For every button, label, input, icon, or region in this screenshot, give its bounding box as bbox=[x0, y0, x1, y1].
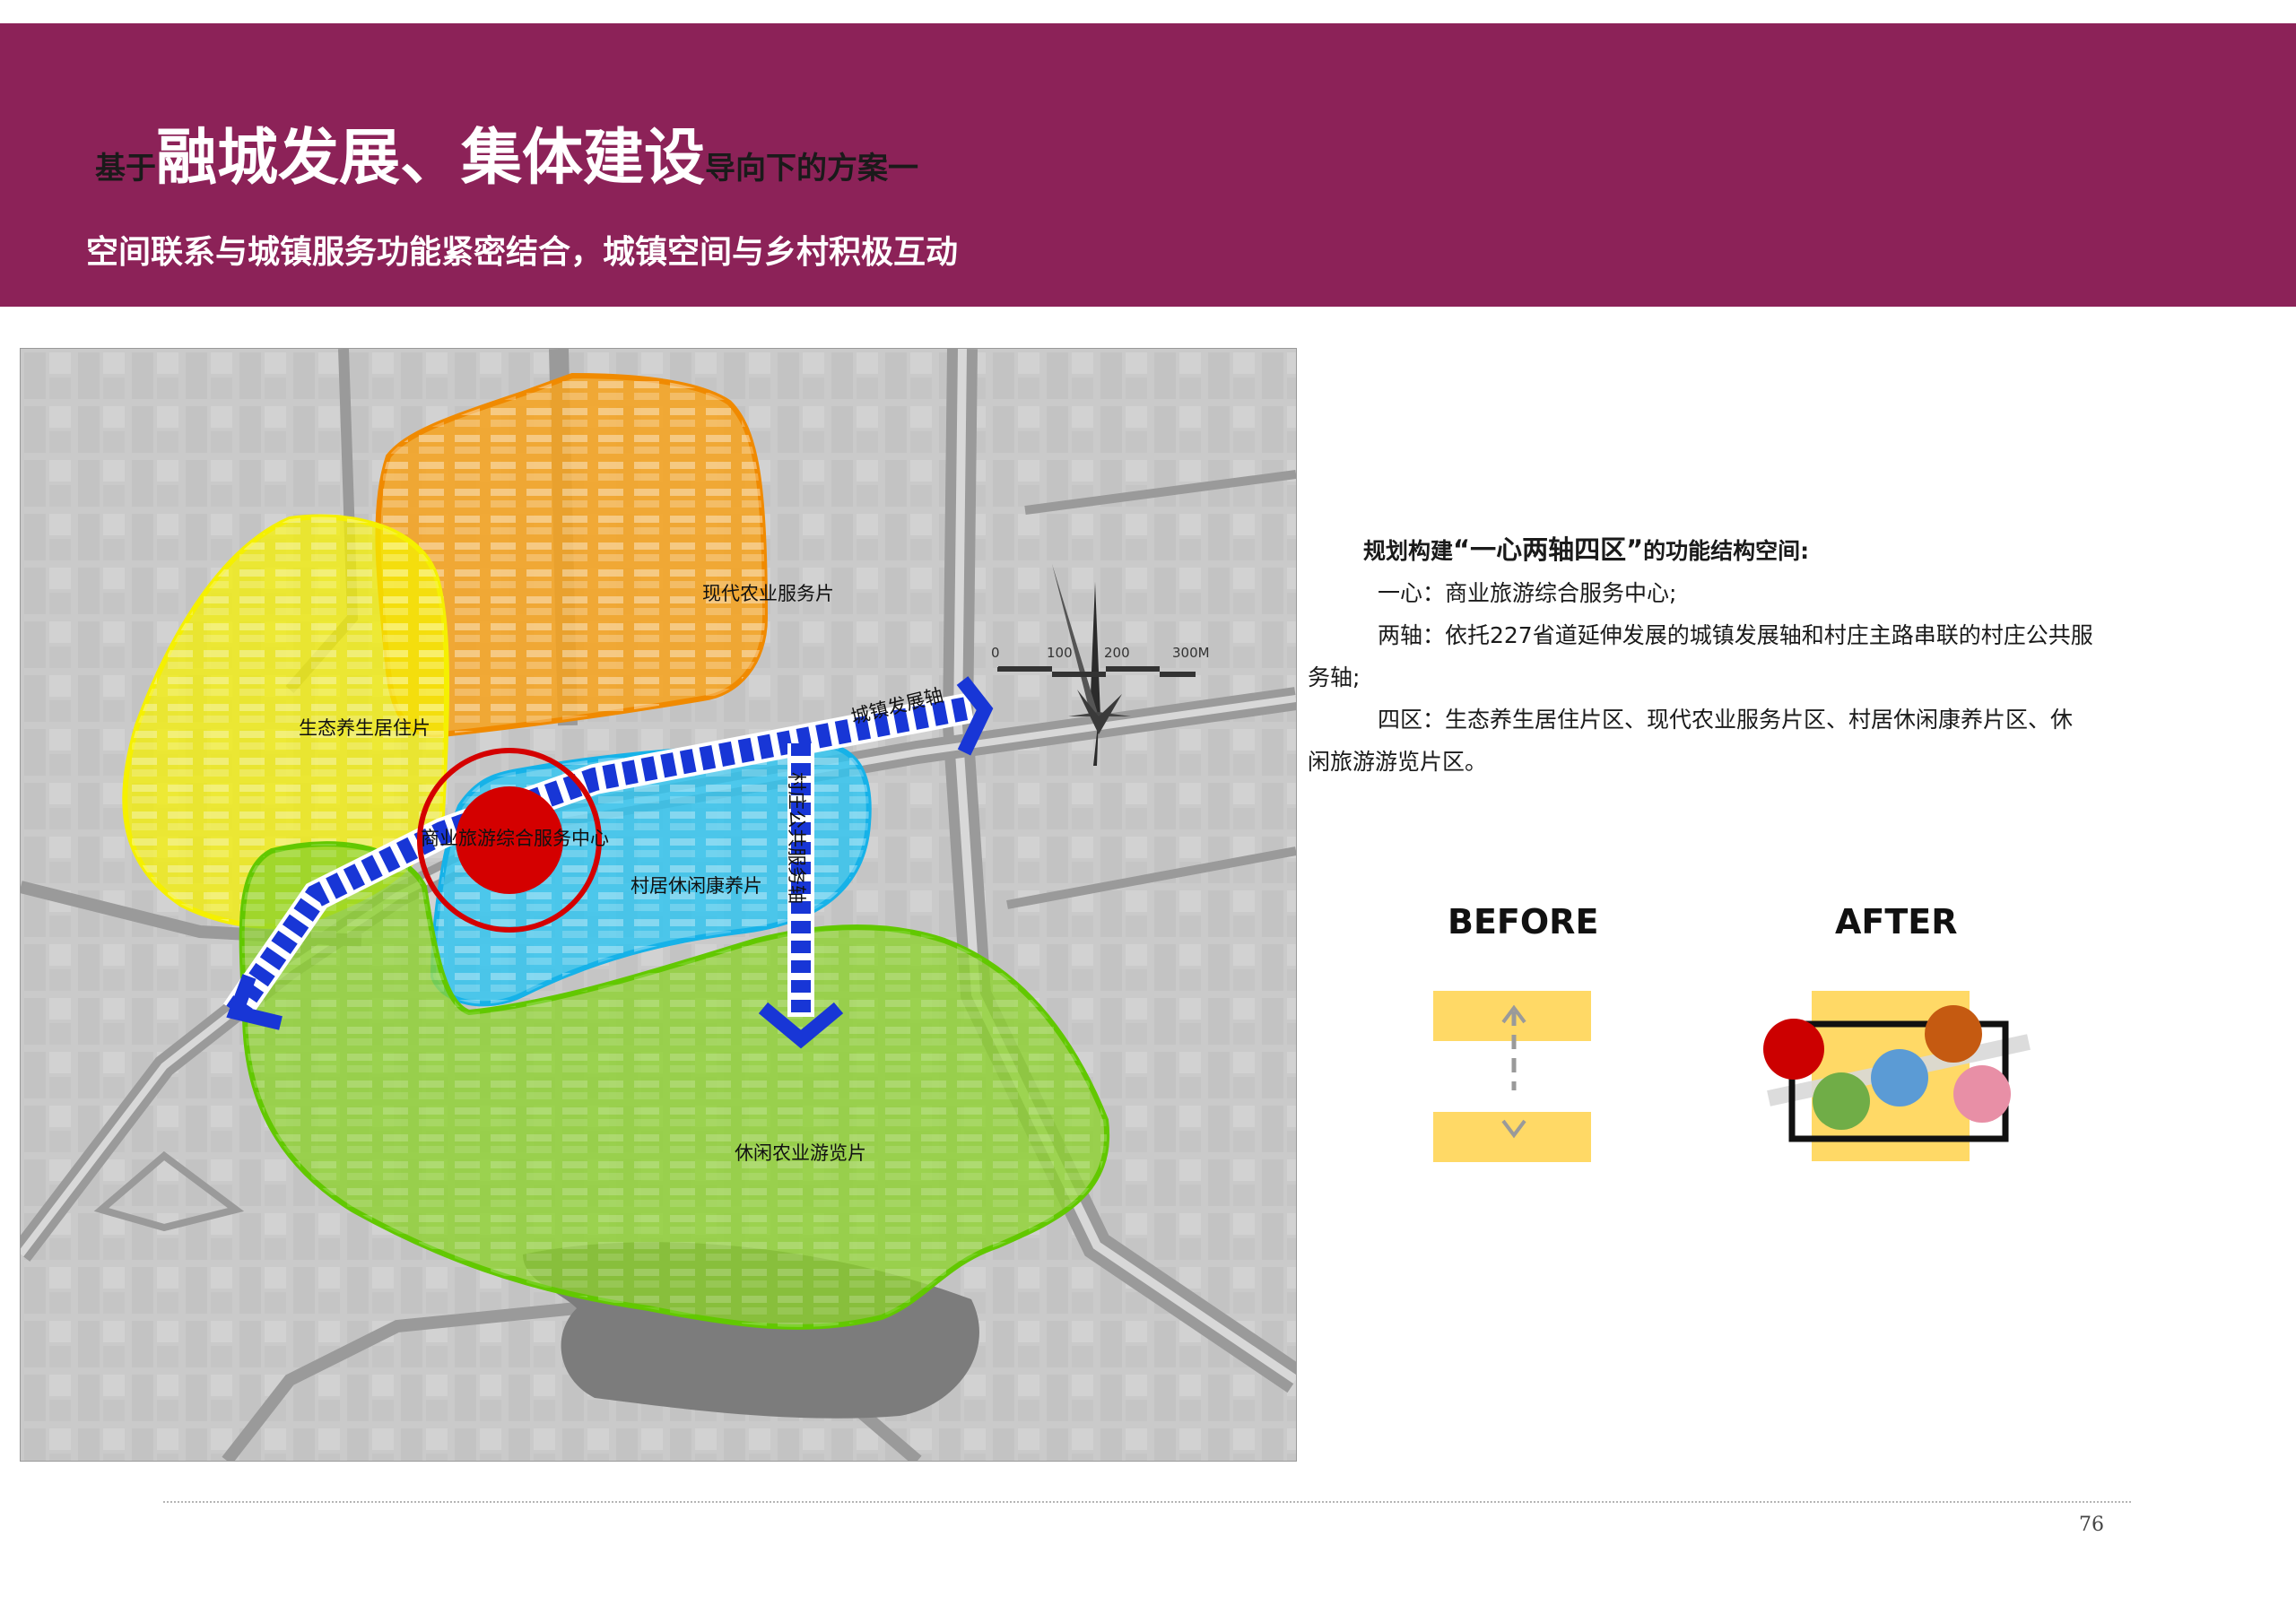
after-label: AFTER bbox=[1835, 902, 1958, 942]
label-leisure-agriculture: 休闲农业游览片 bbox=[735, 1142, 866, 1164]
title-main: 融城发展、集体建设 bbox=[156, 123, 706, 194]
heading-prefix: 规划构建 bbox=[1363, 538, 1454, 564]
comparison-diagrams bbox=[1433, 991, 2031, 1162]
description-line-axes-cont: 务轴; bbox=[1308, 664, 1361, 690]
after-diagram bbox=[1763, 991, 2031, 1161]
scale-tick-0: 0 bbox=[991, 645, 1000, 661]
description-line-zones: 四区：生态养生居住片区、现代农业服务片区、村居休闲康养片区、休 bbox=[1378, 707, 2074, 733]
description-line-zones-cont: 闲旅游游览片区。 bbox=[1308, 749, 1488, 775]
description: 规划构建“一心两轴四区”的功能结构空间: 一心：商业旅游综合服务中心; 两轴：依… bbox=[1308, 529, 2124, 783]
title-suffix: 导向下的方案一 bbox=[705, 151, 919, 187]
label-eco-living: 生态养生居住片 bbox=[299, 717, 430, 739]
page-title: 基于融城发展、集体建设导向下的方案一 bbox=[95, 108, 918, 196]
after-circle-orange bbox=[1925, 1005, 1982, 1063]
after-circle-blue bbox=[1871, 1049, 1928, 1107]
footer-divider bbox=[163, 1501, 2131, 1503]
page-subtitle: 空间联系与城镇服务功能紧密结合，城镇空间与乡村积极互动 bbox=[86, 234, 959, 271]
heading-colon: : bbox=[1800, 538, 1810, 564]
heading-suffix: 的功能结构空间 bbox=[1643, 538, 1801, 564]
page-number: 76 bbox=[2079, 1514, 2104, 1536]
before-label: BEFORE bbox=[1448, 902, 1599, 942]
after-circle-green bbox=[1813, 1072, 1870, 1130]
after-circle-pink bbox=[1953, 1065, 2011, 1123]
title-prefix: 基于 bbox=[95, 151, 156, 187]
scale-tick-300: 300M bbox=[1172, 645, 1210, 661]
description-line-axes: 两轴：依托227省道延伸发展的城镇发展轴和村庄主路串联的村庄公共服 bbox=[1378, 622, 2093, 648]
planning-map-svg: 0 100 200 300M 生态养生居住片 现代农业服务片 村居休闲康养片 休… bbox=[21, 349, 1296, 1461]
label-modern-agriculture: 现代农业服务片 bbox=[702, 583, 834, 604]
label-service-center: 商业旅游综合服务中心 bbox=[421, 828, 609, 849]
label-village-axis: 村庄公共服务轴 bbox=[786, 772, 807, 904]
description-line-center: 一心：商业旅游综合服务中心; bbox=[1378, 580, 1677, 606]
heading-emphasis: “一心两轴四区” bbox=[1453, 534, 1644, 565]
scale-tick-100: 100 bbox=[1047, 645, 1073, 661]
scale-tick-200: 200 bbox=[1104, 645, 1130, 661]
after-circle-red bbox=[1763, 1019, 1824, 1080]
top-strip bbox=[0, 0, 2296, 23]
label-village-wellness: 村居休闲康养片 bbox=[631, 875, 762, 897]
before-diagram bbox=[1433, 991, 1591, 1162]
planning-map: 0 100 200 300M 生态养生居住片 现代农业服务片 村居休闲康养片 休… bbox=[20, 348, 1297, 1462]
description-heading: 规划构建“一心两轴四区”的功能结构空间: bbox=[1308, 529, 2124, 572]
